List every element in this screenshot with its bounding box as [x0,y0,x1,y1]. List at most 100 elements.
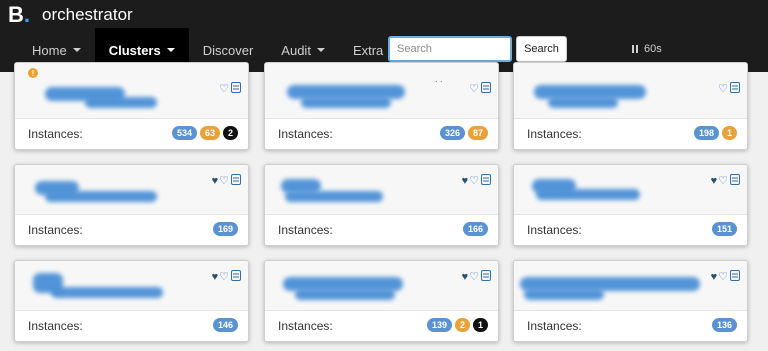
cluster-name-redacted [51,287,163,298]
database-icon[interactable] [730,268,740,286]
instance-badges: 169 [210,222,238,236]
cluster-card-icons: ♥ ♡ [711,268,740,286]
chevron-down-icon [316,48,325,52]
database-icon[interactable] [231,80,241,98]
heart-outline-icon[interactable]: ♡ [219,175,229,187]
cluster-card[interactable]: ♥ ♡ Instances: 151 [513,164,748,246]
instances-label: Instances: [278,222,333,237]
database-icon[interactable] [481,268,491,286]
cluster-card-header: ♡ [514,63,747,119]
cluster-card-icons: ♡ [218,80,241,98]
cluster-name-redacted [548,97,618,108]
heart-icon[interactable]: ♥ [212,175,219,187]
heart-outline-icon[interactable]: ♡ [469,175,479,187]
heart-outline-icon[interactable]: ♡ [219,271,229,283]
chevron-down-icon [72,48,81,52]
instances-ok-badge[interactable]: 534 [171,126,197,140]
instance-badges: 534 63 2 [169,126,238,140]
heart-icon[interactable]: ♥ [711,175,718,187]
cluster-card[interactable]: ♥ ♡ Instances: 146 [14,260,249,342]
instances-ok-badge[interactable]: 136 [711,318,737,332]
instances-label: Instances: [527,126,582,141]
cluster-name-redacted [536,189,640,200]
instances-ok-badge[interactable]: 326 [439,126,465,140]
cluster-card[interactable]: . . ♡ Instances: 326 87 [264,62,499,150]
cluster-card-footer: Instances: 136 [514,310,747,341]
cluster-card-footer: Instances: 326 87 [265,118,498,149]
cluster-card[interactable]: ♡ Instances: 198 1 [513,62,748,150]
instances-label: Instances: [527,222,582,237]
cluster-card-icons: ♥ ♡ [462,268,491,286]
nav-home-label: Home [32,42,67,58]
instances-ok-badge[interactable]: 169 [212,222,238,236]
heart-outline-icon[interactable]: ♡ [718,175,728,187]
heart-icon[interactable]: ♥ [462,271,469,283]
refresh-interval-label: 60s [644,43,662,55]
cluster-name-redacted [301,97,391,108]
instances-lagging-badge[interactable]: 63 [199,126,220,140]
brand-logo[interactable]: B. [8,4,30,26]
cluster-card-footer: Instances: 151 [514,214,747,245]
nav-extra-label: Extra [352,42,384,58]
instances-ok-badge[interactable]: 198 [693,126,719,140]
cluster-name-redacted [295,289,395,300]
cluster-card-header: ♥ ♡ [514,165,747,215]
instances-ok-badge[interactable]: 151 [711,222,737,236]
heart-outline-icon[interactable]: ♡ [219,83,229,95]
instances-ok-badge[interactable]: 146 [212,318,238,332]
cluster-card-icons: ♡ [468,80,491,98]
cluster-name-redacted [524,289,604,300]
database-icon[interactable] [481,172,491,190]
cluster-card-header: ♥ ♡ [514,261,747,311]
cluster-card-header: ! ♡ [15,63,248,119]
ellipsis-icon: . . [435,74,443,84]
database-icon[interactable] [231,268,241,286]
cluster-card-footer: Instances: 534 63 2 [15,118,248,149]
cluster-card[interactable]: ♥ ♡ Instances: 166 [264,164,499,246]
heart-outline-icon[interactable]: ♡ [469,271,479,283]
brand-name[interactable]: orchestrator [42,4,133,26]
cluster-card[interactable]: ♥ ♡ Instances: 136 [513,260,748,342]
logo-letter: B [8,2,24,27]
refresh-pause-toggle[interactable]: 60s [632,43,662,55]
heart-outline-icon[interactable]: ♡ [469,83,479,95]
search-button[interactable]: Search [516,36,567,62]
instances-down-badge[interactable]: 1 [472,318,488,332]
cluster-card-icons: ♥ ♡ [711,172,740,190]
cluster-card-icons: ♥ ♡ [212,172,241,190]
cluster-card-header: ♥ ♡ [265,165,498,215]
cluster-card[interactable]: ♥ ♡ Instances: 169 [14,164,249,246]
heart-outline-icon[interactable]: ♡ [718,83,728,95]
heart-icon[interactable]: ♥ [212,271,219,283]
database-icon[interactable] [481,80,491,98]
cluster-card-footer: Instances: 146 [15,310,248,341]
database-icon[interactable] [730,80,740,98]
search-input[interactable] [388,36,512,62]
cluster-card[interactable]: ♥ ♡ Instances: 139 2 1 [264,260,499,342]
instance-badges: 136 [709,318,737,332]
cluster-card-footer: Instances: 166 [265,214,498,245]
cluster-card-icons: ♥ ♡ [462,172,491,190]
cluster-name-redacted [45,191,157,202]
instances-ok-badge[interactable]: 139 [426,318,452,332]
brand[interactable]: B. orchestrator [8,4,133,26]
instances-down-badge[interactable]: 2 [222,126,238,140]
database-icon[interactable] [231,172,241,190]
heart-outline-icon[interactable]: ♡ [718,271,728,283]
instance-badges: 146 [210,318,238,332]
pause-icon [632,45,640,53]
heart-icon[interactable]: ♥ [462,175,469,187]
instances-lagging-badge[interactable]: 87 [467,126,488,140]
cluster-card-header: . . ♡ [265,63,498,119]
cluster-card-header: ♥ ♡ [15,261,248,311]
heart-icon[interactable]: ♥ [711,271,718,283]
nav-discover-label: Discover [202,42,254,58]
cluster-card-header: ♥ ♡ [15,165,248,215]
instances-lagging-badge[interactable]: 1 [721,126,737,140]
warning-icon: ! [28,68,38,78]
database-icon[interactable] [730,172,740,190]
instances-label: Instances: [28,318,83,333]
instances-ok-badge[interactable]: 166 [462,222,488,236]
cluster-card[interactable]: ! ♡ Instances: 534 63 2 [14,62,249,150]
instances-lagging-badge[interactable]: 2 [454,318,470,332]
